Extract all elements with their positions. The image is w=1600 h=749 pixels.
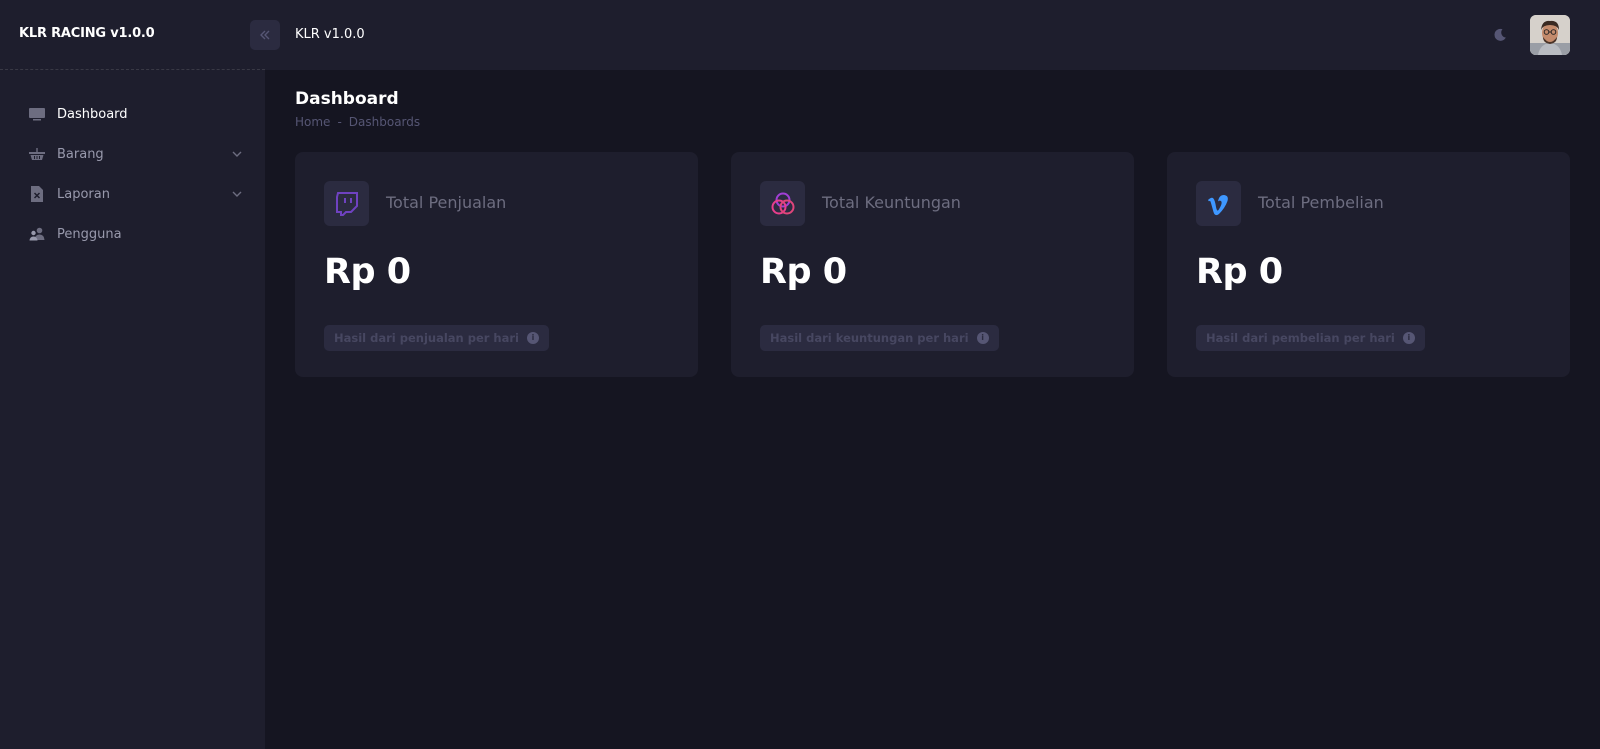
card-value: Rp 0 (760, 252, 847, 292)
card-label: Total Pembelian (1258, 193, 1384, 212)
card-note-badge: Hasil dari pembelian per hari i (1196, 325, 1425, 351)
breadcrumb-current: Dashboards (348, 115, 421, 129)
info-icon[interactable]: i (527, 332, 539, 344)
brand-logo-text[interactable]: KLR RACING v1.0.0 (19, 26, 155, 41)
user-avatar[interactable] (1530, 15, 1570, 55)
circles-icon (771, 192, 794, 214)
stat-card-total-keuntungan: Total Keuntungan Rp 0 Hasil dari keuntun… (731, 152, 1134, 377)
card-note: Hasil dari pembelian per hari (1206, 331, 1395, 345)
sidebar: Dashboard Barang Laporan Pengguna (0, 70, 265, 749)
double-chevron-left-icon (260, 30, 270, 40)
monitor-icon (28, 105, 46, 123)
sidebar-item-label: Laporan (57, 186, 110, 202)
card-note: Hasil dari keuntungan per hari (770, 331, 969, 345)
file-x-icon (28, 185, 46, 203)
chevron-down-icon (231, 188, 243, 200)
basket-icon (28, 145, 46, 163)
breadcrumb-separator: - (337, 115, 342, 129)
users-icon (28, 225, 46, 243)
card-note-badge: Hasil dari penjualan per hari i (324, 325, 549, 351)
theme-toggle-button[interactable] (1490, 25, 1510, 45)
moon-icon (1494, 28, 1506, 41)
sidebar-item-barang[interactable]: Barang (0, 134, 265, 174)
info-icon[interactable]: i (1402, 332, 1415, 344)
sidebar-collapse-button[interactable] (250, 20, 280, 50)
info-icon[interactable]: i (976, 332, 989, 344)
card-note: Hasil dari penjualan per hari (334, 331, 519, 345)
sidebar-item-label: Pengguna (57, 226, 122, 242)
twitch-icon (335, 191, 358, 216)
sidebar-item-laporan[interactable]: Laporan (0, 174, 265, 214)
card-icon-box (324, 181, 369, 226)
page-title: Dashboard (295, 89, 399, 109)
sidebar-item-pengguna[interactable]: Pengguna (0, 214, 265, 254)
vimeo-icon (1207, 194, 1228, 215)
card-icon-box (760, 181, 805, 226)
header-title: KLR v1.0.0 (295, 27, 365, 42)
stat-card-total-pembelian: Total Pembelian Rp 0 Hasil dari pembelia… (1167, 152, 1570, 377)
card-note-badge: Hasil dari keuntungan per hari i (760, 325, 999, 351)
sidebar-item-label: Barang (57, 146, 104, 162)
top-header: KLR RACING v1.0.0 KLR v1.0.0 (0, 0, 1600, 70)
stat-card-total-penjualan: Total Penjualan Rp 0 Hasil dari penjuala… (295, 152, 698, 377)
sidebar-item-dashboard[interactable]: Dashboard (0, 94, 265, 134)
card-icon-box (1196, 181, 1241, 226)
sidebar-menu: Dashboard Barang Laporan Pengguna (0, 94, 265, 254)
breadcrumb: Home - Dashboards (295, 115, 420, 129)
card-label: Total Penjualan (386, 193, 507, 212)
brand-area: KLR RACING v1.0.0 (0, 0, 265, 70)
card-value: Rp 0 (1196, 252, 1283, 292)
card-value: Rp 0 (324, 252, 411, 292)
breadcrumb-home[interactable]: Home (295, 115, 330, 129)
chevron-down-icon (231, 148, 243, 160)
sidebar-item-label: Dashboard (57, 106, 128, 122)
card-label: Total Keuntungan (822, 193, 961, 212)
user-portrait-icon (1530, 15, 1570, 55)
